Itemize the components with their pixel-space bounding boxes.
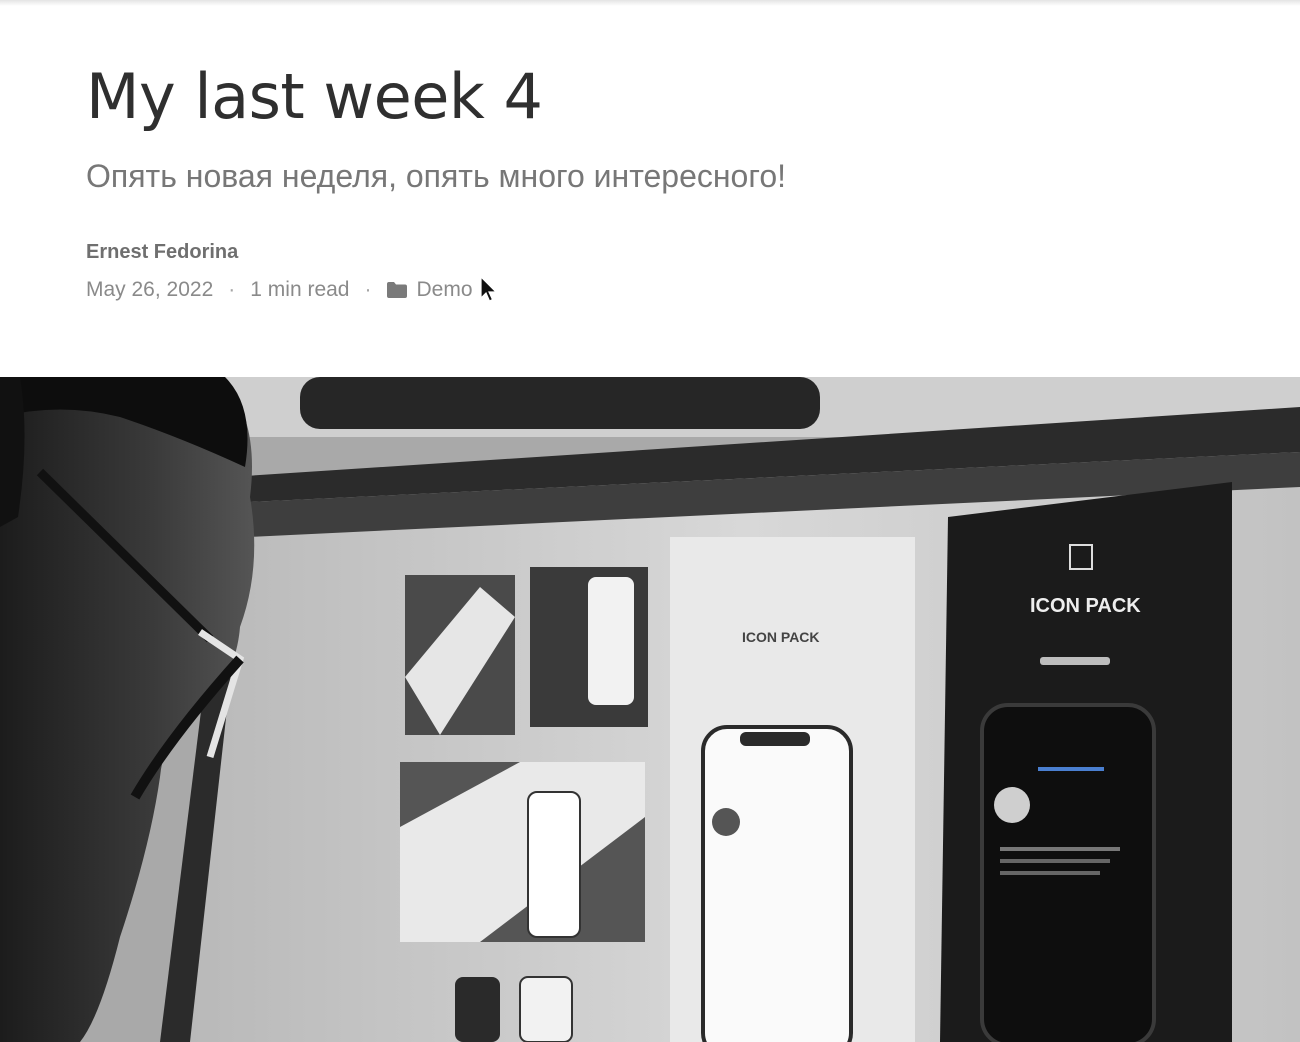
meta-separator: · bbox=[228, 278, 236, 302]
post-title: My last week 4 bbox=[86, 60, 543, 133]
top-shadow bbox=[0, 0, 1300, 6]
category-link[interactable]: Demo bbox=[416, 278, 472, 302]
folder-icon bbox=[387, 282, 408, 299]
meta-separator: · bbox=[364, 278, 372, 302]
post-author[interactable]: Ernest Fedorina bbox=[86, 241, 1236, 264]
post-subtitle: Опять новая неделя, опять много интересн… bbox=[86, 158, 786, 195]
hero-photo: ICON PACK ICON PACK bbox=[0, 377, 1300, 1042]
post-header: My last week 4 Опять новая неделя, опять… bbox=[86, 60, 1236, 302]
icon-pack-label-light: ICON PACK bbox=[742, 629, 820, 645]
hero-image: ICON PACK ICON PACK bbox=[0, 377, 1300, 1042]
reading-time: 1 min read bbox=[250, 278, 350, 302]
post-date: May 26, 2022 bbox=[86, 278, 214, 302]
post-meta: May 26, 2022 · 1 min read · Demo bbox=[86, 278, 1236, 302]
icon-pack-label-dark: ICON PACK bbox=[1030, 595, 1141, 617]
mouse-cursor-icon bbox=[480, 276, 498, 302]
